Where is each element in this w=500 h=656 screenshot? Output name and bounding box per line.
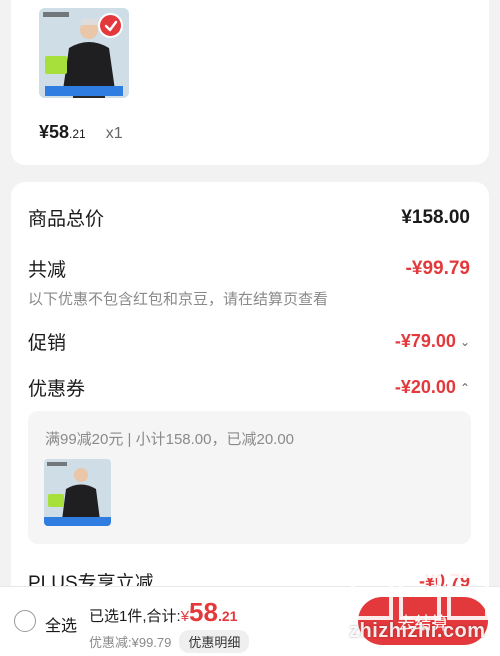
- total-value: ¥158.00: [401, 206, 470, 228]
- product-price-line: ¥58.21 x1: [39, 122, 123, 143]
- coupon-row[interactable]: 优惠券 -¥20.00 ⌃: [28, 374, 470, 401]
- chevron-up-icon[interactable]: ⌃: [460, 381, 470, 395]
- select-all-radio[interactable]: [14, 610, 36, 632]
- total-row: 商品总价 ¥158.00: [28, 204, 470, 231]
- total-label: 商品总价: [28, 209, 105, 230]
- select-all-label[interactable]: 全选: [45, 612, 77, 636]
- selected-count-text: 已选1件,合计:: [89, 608, 181, 625]
- grand-total: ¥58.21: [180, 597, 238, 627]
- discount-detail-button[interactable]: 优惠明细: [179, 630, 250, 653]
- coupon-value: -¥20.00: [394, 377, 456, 397]
- reduce-value: -¥99.79: [405, 257, 470, 279]
- reduce-label: 共减: [28, 260, 67, 281]
- chevron-down-icon[interactable]: ⌄: [460, 335, 470, 349]
- reduce-row: 共减 -¥99.79: [28, 255, 470, 282]
- product-card: ¥58.21 x1: [11, 0, 489, 165]
- promo-row[interactable]: 促销 -¥79.00 ⌄: [28, 328, 470, 355]
- selection-summary: 已选1件,合计: ¥58.21: [89, 597, 237, 628]
- checkout-button[interactable]: 去结算: [358, 597, 488, 645]
- coupon-detail-text: 满99减20元 | 小计158.00，已减20.00: [45, 431, 295, 448]
- coupon-product-image: [44, 459, 111, 526]
- discount-text: 优惠减:¥99.79: [89, 635, 172, 650]
- discount-line: 优惠减:¥99.79 优惠明细: [89, 630, 250, 653]
- product-price: ¥58.21: [39, 122, 86, 142]
- promo-value: -¥79.00: [394, 331, 456, 351]
- selected-check-icon[interactable]: [98, 13, 123, 38]
- coupon-label: 优惠券: [28, 379, 86, 400]
- checkout-bar: 全选 已选1件,合计: ¥58.21 优惠减:¥99.79 优惠明细 去结算: [0, 586, 500, 656]
- promo-label: 促销: [28, 333, 67, 354]
- product-quantity: x1: [105, 125, 123, 142]
- reduce-note: 以下优惠不包含红包和京豆，请在结算页查看: [28, 291, 329, 308]
- coupon-detail-box: 满99减20元 | 小计158.00，已减20.00: [28, 411, 471, 544]
- price-summary-card: 商品总价 ¥158.00 共减 -¥99.79 以下优惠不包含红包和京豆，请在结…: [11, 182, 489, 656]
